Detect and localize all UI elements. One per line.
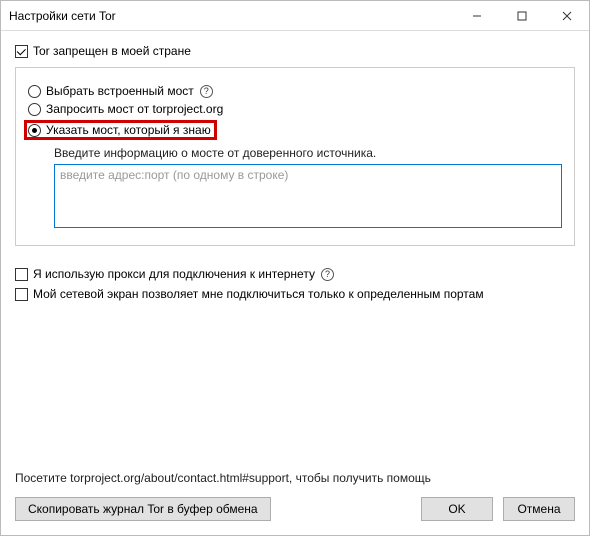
bridge-request-radio-row[interactable]: Запросить мост от torproject.org (28, 102, 562, 116)
bridge-request-label: Запросить мост от torproject.org (46, 102, 223, 116)
help-icon[interactable]: ? (321, 268, 334, 281)
bridge-builtin-label: Выбрать встроенный мост (46, 84, 194, 98)
help-icon[interactable]: ? (200, 85, 213, 98)
firewall-label: Мой сетевой экран позволяет мне подключи… (33, 287, 484, 301)
cancel-button[interactable]: Отмена (503, 497, 575, 521)
maximize-button[interactable] (499, 1, 544, 30)
titlebar: Настройки сети Tor (1, 1, 589, 31)
window-title: Настройки сети Tor (9, 9, 454, 23)
tor-blocked-label: Tor запрещен в моей стране (33, 44, 191, 58)
bridge-group: Выбрать встроенный мост ? Запросить мост… (15, 67, 575, 246)
radio-icon (28, 124, 41, 137)
proxy-label: Я использую прокси для подключения к инт… (33, 267, 315, 281)
bridge-instruction: Введите информацию о мосте от доверенног… (54, 146, 562, 160)
close-button[interactable] (544, 1, 589, 30)
radio-icon (28, 103, 41, 116)
radio-icon (28, 85, 41, 98)
bridge-builtin-radio-row[interactable]: Выбрать встроенный мост ? (28, 84, 562, 98)
ok-button[interactable]: OK (421, 497, 493, 521)
checkbox-icon (15, 268, 28, 281)
bridge-address-input[interactable] (54, 164, 562, 228)
checkbox-icon (15, 45, 28, 58)
firewall-checkbox-row[interactable]: Мой сетевой экран позволяет мне подключи… (15, 287, 575, 301)
copy-log-button[interactable]: Скопировать журнал Tor в буфер обмена (15, 497, 271, 521)
bridge-known-radio-row[interactable]: Указать мост, который я знаю (26, 122, 215, 138)
tor-blocked-checkbox-row[interactable]: Tor запрещен в моей стране (15, 44, 575, 58)
checkbox-icon (15, 288, 28, 301)
bridge-known-label: Указать мост, который я знаю (46, 123, 211, 137)
minimize-button[interactable] (454, 1, 499, 30)
support-link-text: Посетите torproject.org/about/contact.ht… (15, 471, 575, 485)
proxy-checkbox-row[interactable]: Я использую прокси для подключения к инт… (15, 267, 575, 281)
